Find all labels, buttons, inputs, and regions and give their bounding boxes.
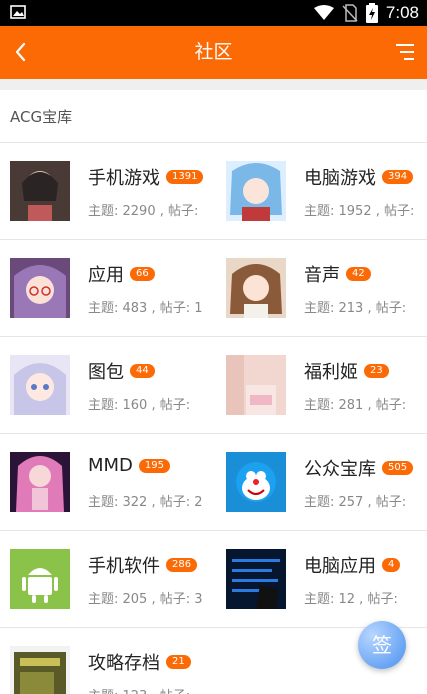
new-post-badge: 505 [382, 461, 414, 475]
new-post-badge: 66 [130, 267, 155, 281]
forum-stats: 主题: 213 , 帖子: [304, 301, 407, 316]
android-icon [10, 549, 70, 609]
forum-stats: 主题: 160 , 帖子: [88, 398, 191, 413]
forum-name: 电脑应用 [304, 556, 376, 577]
forum-thumbnail [10, 258, 70, 318]
new-post-badge: 1391 [166, 170, 204, 184]
section-header: ACG宝库 [0, 90, 427, 143]
forum-thumbnail [10, 161, 70, 221]
new-post-badge: 23 [364, 364, 389, 378]
new-post-badge: 195 [138, 458, 171, 473]
forum-stats: 主题: 1952 , 帖子: [304, 204, 415, 219]
forum-name: 福利姬 [304, 362, 358, 383]
forum-thumbnail [226, 161, 286, 221]
status-time: 7:08 [385, 3, 419, 22]
forum-item-mmd[interactable]: MMD 195 主题: 322 , 帖子: 2 [0, 434, 213, 530]
forum-stats: 主题: 483 , 帖子: 1 [88, 301, 203, 316]
forum-item-image-packs[interactable]: 图包 44 主题: 160 , 帖子: [0, 337, 213, 433]
wifi-icon [313, 5, 334, 20]
battery-charging-icon [365, 3, 378, 23]
forum-row: MMD 195 主题: 322 , 帖子: 2 公众宝库 505 主题: 257 ,… [0, 434, 427, 531]
forum-stats: 主题: 322 , 帖子: 2 [88, 495, 203, 510]
forum-thumbnail [226, 549, 286, 609]
forum-stats: 主题: 281 , 帖子: [304, 398, 407, 413]
new-post-badge: 42 [346, 267, 371, 281]
forum-stats: 主题: 123 , 帖子: [88, 685, 213, 694]
new-post-badge: 21 [166, 655, 191, 669]
forum-row: 图包 44 主题: 160 , 帖子: 福利姬 23 主题: 281 , 帖子: [0, 337, 427, 434]
forum-name: 手机软件 [88, 556, 160, 577]
forum-item-guides[interactable]: 攻略存档 21 主题: 123 , 帖子: [0, 628, 213, 694]
forum-name: 电脑游戏 [304, 168, 376, 189]
forum-row: 手机游戏 1391 主题: 2290 , 帖子: 电脑游戏 394 主题: 1952… [0, 143, 427, 240]
divider [0, 79, 427, 90]
forum-item-welfare[interactable]: 福利姬 23 主题: 281 , 帖子: [216, 337, 427, 433]
new-post-badge: 394 [382, 170, 414, 184]
section-title: ACG宝库 [10, 108, 73, 126]
status-bar: 7:08 [0, 0, 427, 26]
forum-thumbnail [10, 452, 70, 512]
page-title: 社区 [194, 41, 233, 63]
forum-item-public-vault[interactable]: 公众宝库 505 主题: 257 , 帖子: [216, 434, 427, 530]
forum-thumbnail [10, 355, 70, 415]
forum-grid: 手机游戏 1391 主题: 2290 , 帖子: 电脑游戏 394 主题: 1952… [0, 143, 427, 694]
forum-thumbnail [226, 258, 286, 318]
forum-name: 手机游戏 [88, 168, 160, 189]
filter-menu-icon[interactable] [393, 40, 417, 64]
app-bar: 社区 [0, 26, 427, 79]
forum-row: 手机软件 286 主题: 205 , 帖子: 3 电脑应用 4 主题: 12 , 帖… [0, 531, 427, 628]
forum-name: 公众宝库 [304, 459, 376, 480]
forum-item-apps[interactable]: 应用 66 主题: 483 , 帖子: 1 [0, 240, 213, 336]
forum-item-audio[interactable]: 音声 42 主题: 213 , 帖子: [216, 240, 427, 336]
forum-name: 音声 [304, 265, 340, 286]
forum-item-pc-games[interactable]: 电脑游戏 394 主题: 1952 , 帖子: [216, 143, 427, 239]
forum-name: 应用 [88, 265, 124, 286]
forum-row: 应用 66 主题: 483 , 帖子: 1 音声 42 主题: 213 , 帖子: [0, 240, 427, 337]
forum-stats: 主题: 2290 , 帖子: [88, 204, 199, 219]
forum-name: MMD [88, 455, 133, 476]
forum-item-mobile-games[interactable]: 手机游戏 1391 主题: 2290 , 帖子: [0, 143, 213, 239]
sign-in-button[interactable]: 签 [358, 621, 406, 669]
forum-name: 攻略存档 [88, 653, 160, 674]
forum-stats: 主题: 257 , 帖子: [304, 495, 407, 510]
no-sim-icon [342, 4, 358, 22]
new-post-badge: 286 [166, 558, 198, 572]
forum-stats: 主题: 205 , 帖子: 3 [88, 592, 203, 607]
forum-stats: 主题: 12 , 帖子: [304, 592, 398, 607]
forum-item-pc-apps[interactable]: 电脑应用 4 主题: 12 , 帖子: [216, 531, 427, 627]
image-icon [10, 5, 26, 19]
forum-thumbnail [226, 452, 286, 512]
new-post-badge: 44 [130, 364, 155, 378]
new-post-badge: 4 [382, 558, 401, 572]
forum-thumbnail [226, 355, 286, 415]
forum-item-mobile-software[interactable]: 手机软件 286 主题: 205 , 帖子: 3 [0, 531, 213, 627]
forum-thumbnail [10, 646, 70, 694]
forum-name: 图包 [88, 362, 124, 383]
